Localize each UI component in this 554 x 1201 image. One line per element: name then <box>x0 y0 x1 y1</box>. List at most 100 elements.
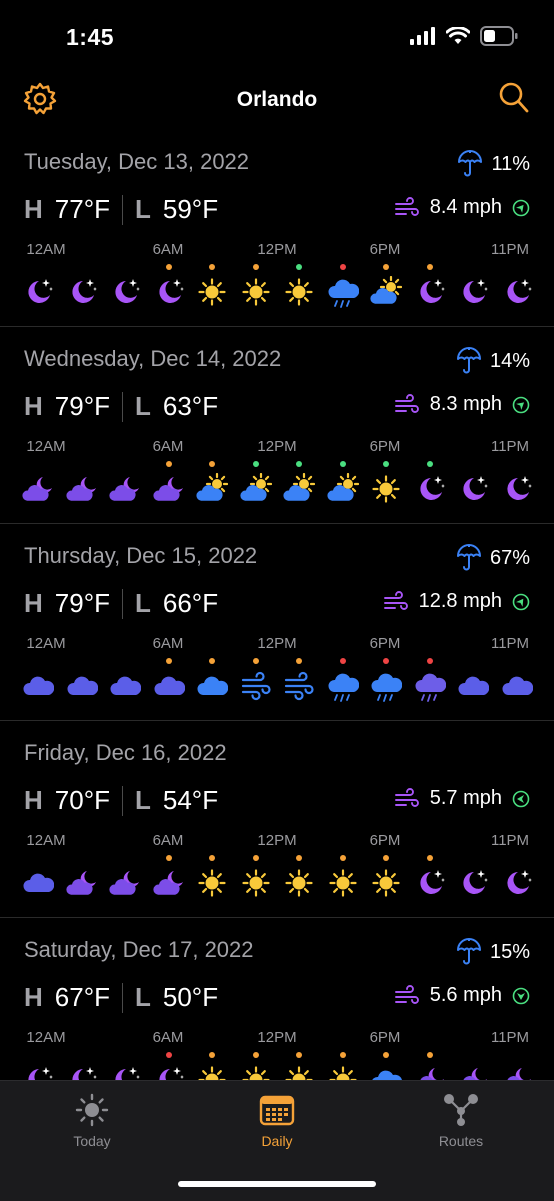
cloud-moon-icon <box>152 477 183 501</box>
hour-slot <box>152 461 185 509</box>
temperature-range: H 67°F L 50°F <box>24 982 218 1013</box>
day-card[interactable]: Friday, Dec 16, 2022 H 70°F L 54°F 5.7 mph 12A… <box>0 721 554 918</box>
day-card[interactable]: Tuesday, Dec 13, 2022 11% H 77°F L 59°F 8.4 mp… <box>0 130 554 327</box>
wind-speed: 5.6 mph <box>394 984 530 1007</box>
tick-label: 12AM <box>26 635 66 652</box>
hour-slot <box>414 1052 446 1080</box>
condition-dot <box>209 1052 215 1058</box>
moon-stars-icon <box>28 279 53 303</box>
cloud-moon-icon <box>507 1068 531 1080</box>
condition-dot <box>209 855 215 861</box>
condition-dot <box>339 1052 346 1058</box>
divider <box>121 194 123 225</box>
status-time: 1:45 <box>66 24 115 50</box>
hour-slot <box>370 1052 402 1080</box>
tick-label: 6PM <box>369 832 401 849</box>
moon-stars-icon <box>71 279 97 303</box>
cloud-icon <box>154 676 185 695</box>
hour-slot <box>196 855 228 903</box>
high-label: H <box>24 982 43 1012</box>
battery-icon <box>480 26 518 46</box>
hour-slot <box>196 658 228 706</box>
wifi-icon <box>446 27 470 44</box>
hour-slot <box>109 1052 141 1080</box>
day-card[interactable]: Saturday, Dec 17, 2022 15% H 67°F L 50°F 5.6 m… <box>0 918 554 1080</box>
tab-today-label: Today <box>73 1133 111 1149</box>
routes-icon <box>444 1094 478 1126</box>
tick-label: 11PM <box>490 438 530 455</box>
hour-slot <box>22 1052 54 1080</box>
day-card[interactable]: Wednesday, Dec 14, 2022 14% H 79°F L 63°F 8.3 … <box>0 327 554 524</box>
tab-today[interactable]: Today <box>32 1093 152 1149</box>
condition-dot <box>383 461 389 467</box>
tab-daily[interactable]: Daily <box>217 1093 337 1149</box>
hour-slot <box>457 461 489 509</box>
status-bar: 1:45 <box>0 0 554 70</box>
cloud-moon-icon <box>463 1068 487 1080</box>
sun-icon <box>372 869 400 897</box>
sun-icon <box>241 869 270 897</box>
page-title: Orlando <box>236 88 318 111</box>
wind-icon <box>241 671 271 701</box>
hour-slot <box>196 461 228 509</box>
hour-slot <box>370 264 402 312</box>
sun-icon <box>198 869 226 897</box>
tick-label: 12AM <box>26 832 66 849</box>
temperature-range: H 70°F L 54°F <box>24 785 218 816</box>
cloud-moon-icon <box>65 871 96 895</box>
hour-slot <box>22 658 54 706</box>
tab-routes[interactable]: Routes <box>401 1093 521 1149</box>
cloud-moon-icon <box>65 477 96 501</box>
wind-speed: 8.3 mph <box>394 393 530 416</box>
hour-slot <box>414 855 446 903</box>
condition-dot <box>426 461 433 467</box>
hour-slot <box>283 1052 315 1080</box>
cloud-icon <box>502 676 533 695</box>
high-label: H <box>24 588 43 618</box>
condition-dot <box>296 461 302 467</box>
hour-slot <box>283 264 315 312</box>
wind-speed-value: 12.8 mph <box>418 590 502 612</box>
day-date: Friday, Dec 16, 2022 <box>24 740 227 765</box>
moon-stars-icon <box>463 279 488 303</box>
sun-icon <box>328 1066 357 1080</box>
low-temp: 59°F <box>162 194 219 224</box>
cloud-sun-icon <box>196 473 228 501</box>
condition-dot <box>165 658 172 664</box>
hour-slot <box>66 658 98 706</box>
condition-dot <box>426 855 433 861</box>
calendar-icon <box>259 1095 295 1126</box>
cloud-rain-purple-icon <box>415 673 446 702</box>
moon-stars-icon <box>28 1067 53 1080</box>
tick-label: 6PM <box>369 635 401 652</box>
condition-dot <box>339 264 346 270</box>
wind-direction-icon <box>512 199 530 216</box>
day-card[interactable]: Thursday, Dec 15, 2022 67% H 79°F L 66°F 12.8 … <box>0 524 554 721</box>
rain-chance-value: 11% <box>491 152 530 175</box>
low-temp: 54°F <box>162 785 219 815</box>
wind-icon <box>394 984 419 1004</box>
cloud-icon <box>110 676 141 695</box>
hour-slot <box>370 461 402 509</box>
hour-slot <box>153 264 185 312</box>
hour-slot <box>153 1052 185 1080</box>
daily-list[interactable]: Tuesday, Dec 13, 2022 11% H 77°F L 59°F 8.4 mp… <box>0 130 554 1080</box>
hour-slot <box>196 1052 228 1080</box>
search-button[interactable] <box>498 81 530 120</box>
rain-chance: 11% <box>457 150 530 178</box>
condition-dot <box>339 658 346 664</box>
tick-label: 6AM <box>152 832 184 849</box>
sun-icon <box>285 869 313 897</box>
condition-dot <box>296 1052 302 1058</box>
moon-stars-icon <box>506 870 532 894</box>
condition-dot <box>383 855 389 861</box>
cellular-signal-icon <box>410 27 435 45</box>
moon-stars-icon <box>463 870 488 894</box>
hour-slot <box>109 658 141 706</box>
cloud-moon-icon <box>22 477 52 501</box>
cloud-rain-icon <box>328 673 359 702</box>
low-label: L <box>134 391 151 421</box>
condition-dot <box>383 1052 389 1058</box>
condition-dot <box>252 264 259 270</box>
tab-daily-label: Daily <box>261 1133 293 1149</box>
